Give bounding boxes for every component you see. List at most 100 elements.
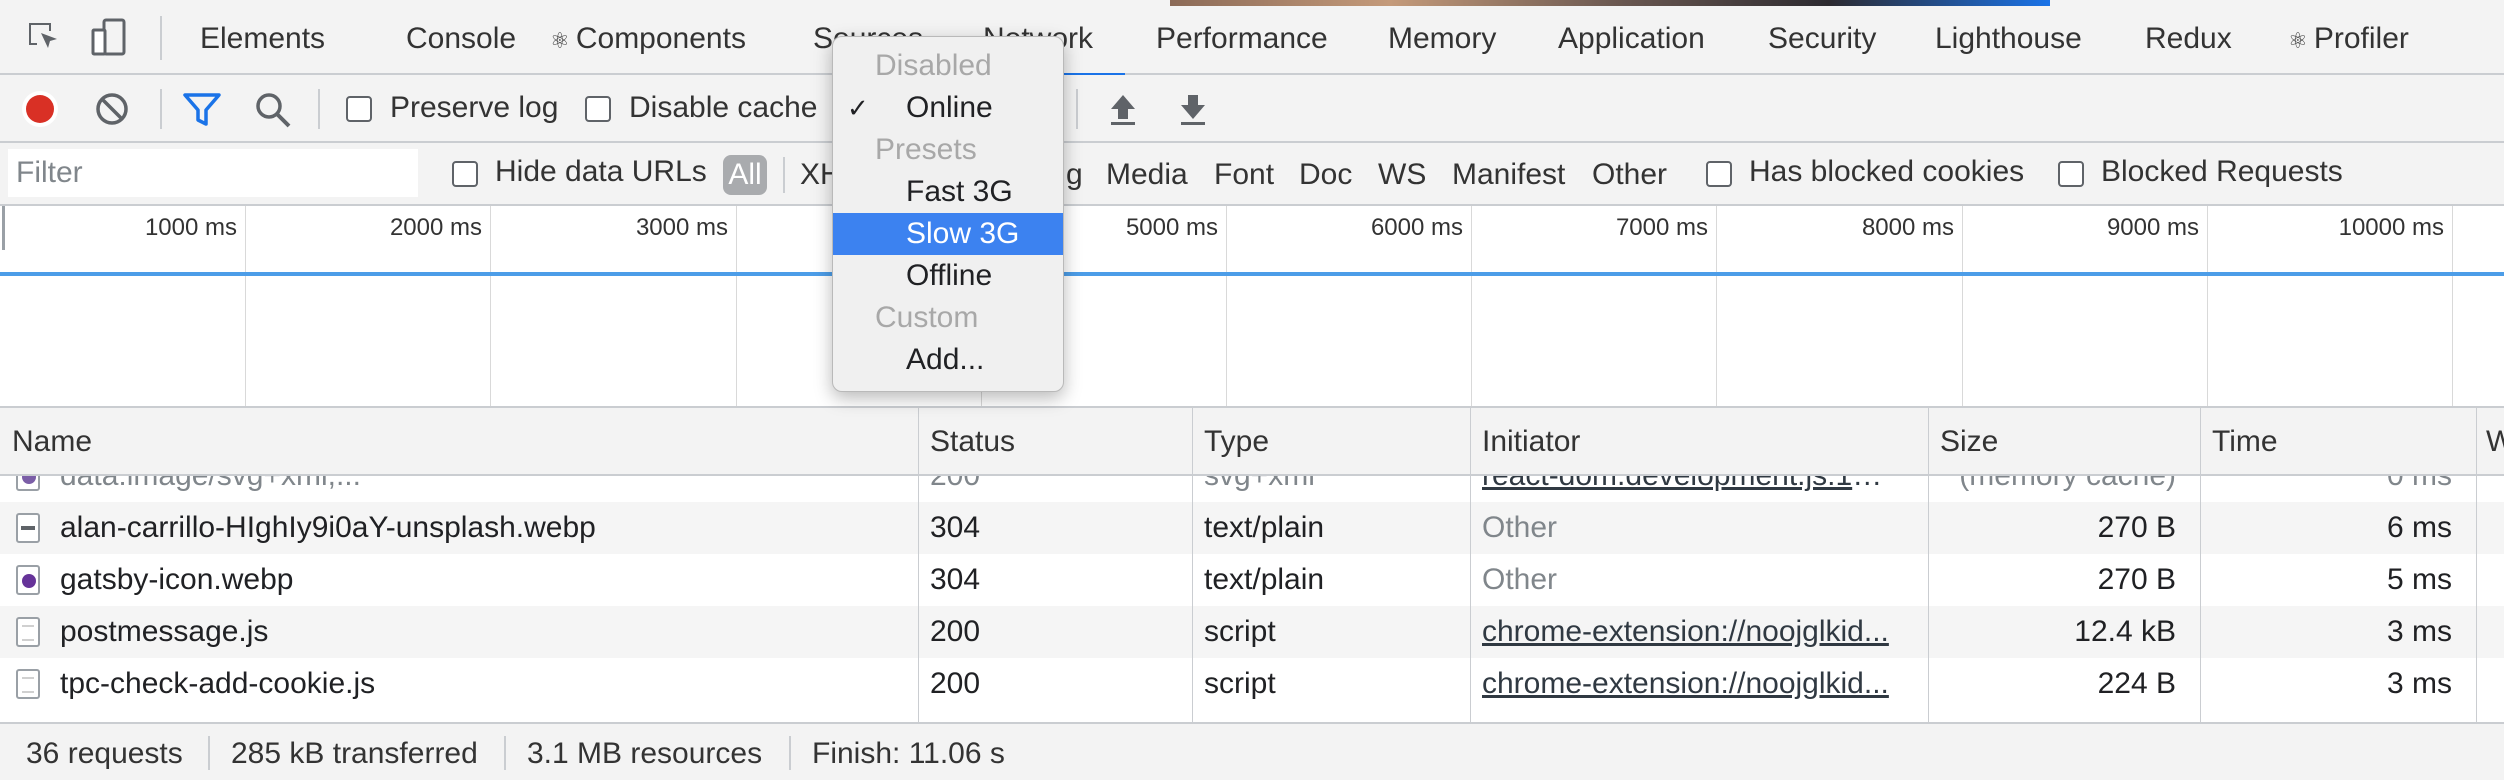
has-blocked-cookies-checkbox[interactable] xyxy=(1706,161,1732,187)
throttle-option-fast-3g[interactable]: Fast 3G xyxy=(833,171,1063,213)
cell-time: 6 ms xyxy=(2386,511,2452,544)
table-row[interactable]: tpc-check-add-cookie.js 200 script chrome-e… xyxy=(0,658,2504,710)
throttle-option-online[interactable]: ✓ Online xyxy=(833,87,1063,129)
filter-input[interactable]: Filter xyxy=(8,149,418,197)
blocked-requests-checkbox[interactable] xyxy=(2058,161,2084,187)
tab-redux[interactable]: Redux xyxy=(2145,0,2232,75)
request-count: 36 requests xyxy=(26,737,183,770)
cell-size: 270 B xyxy=(2097,563,2176,596)
table-row[interactable]: postmessage.js 200 script chrome-extension:… xyxy=(0,606,2504,658)
throttle-option-label: Add... xyxy=(906,343,985,376)
tab-security[interactable]: Security xyxy=(1768,0,1876,75)
tab-console[interactable]: Console xyxy=(406,0,516,75)
script-file-icon xyxy=(16,617,40,647)
tab-elements[interactable]: Elements xyxy=(200,0,325,75)
tab-lighthouse[interactable]: Lighthouse xyxy=(1935,0,2082,75)
divider xyxy=(783,157,785,193)
tab-label: Security xyxy=(1768,22,1877,55)
column-initiator-header[interactable]: Initiator xyxy=(1482,408,1580,476)
table-row[interactable]: alan-carrillo-HIghIy9i0aY-unsplash.webp 3… xyxy=(0,502,2504,554)
throttle-option-label: Offline xyxy=(906,259,993,292)
disable-cache-checkbox[interactable] xyxy=(585,96,611,122)
cell-name: gatsby-icon.webp xyxy=(60,563,294,596)
divider xyxy=(318,89,320,129)
record-icon[interactable] xyxy=(20,89,60,129)
column-divider[interactable] xyxy=(1470,408,1471,722)
preserve-log-checkbox[interactable] xyxy=(346,96,372,122)
filter-all-button[interactable]: All xyxy=(723,155,767,195)
cell-initiator[interactable]: react-dom.development.js:1351 xyxy=(1482,476,1894,502)
tab-label: Memory xyxy=(1388,22,1497,55)
filter-media-button[interactable]: Media xyxy=(1106,143,1188,206)
image-file-icon xyxy=(16,513,40,543)
inspect-element-icon[interactable] xyxy=(26,20,62,56)
filter-img-button[interactable]: g xyxy=(1066,143,1083,206)
clear-icon[interactable] xyxy=(94,91,130,127)
divider xyxy=(504,736,506,770)
import-har-icon[interactable] xyxy=(1106,91,1140,127)
tab-label: Elements xyxy=(200,22,326,55)
cell-status: 200 xyxy=(930,615,981,648)
tab-label: Application xyxy=(1558,22,1705,55)
cell-status: 304 xyxy=(930,563,981,596)
column-size-header[interactable]: Size xyxy=(1940,408,1998,476)
table-row[interactable]: gatsby-icon.webp 304 text/plain Other 270 B 5… xyxy=(0,554,2504,606)
cell-time: 3 ms xyxy=(2386,615,2452,648)
cell-status: 200 xyxy=(930,667,981,700)
cell-initiator[interactable]: chrome-extension://noojglkid... xyxy=(1482,658,1894,710)
column-type-header[interactable]: Type xyxy=(1204,408,1269,476)
tab-profiler[interactable]: ⚛ Profiler xyxy=(2288,0,2409,75)
timeline-tick-label: 7000 ms xyxy=(1615,214,1708,241)
hide-data-urls-label: Hide data URLs xyxy=(495,155,707,188)
disable-cache-label: Disable cache xyxy=(629,91,818,124)
filter-font-button[interactable]: Font xyxy=(1214,143,1274,206)
throttle-option-slow-3g[interactable]: Slow 3G xyxy=(833,213,1063,255)
tab-label: Profiler xyxy=(2313,22,2409,55)
filter-ws-button[interactable]: WS xyxy=(1378,143,1426,206)
tab-components[interactable]: ⚛ Components xyxy=(550,0,746,75)
timeline-tick-label: 2000 ms xyxy=(389,214,482,241)
timeline-gridline xyxy=(1226,206,1227,406)
tab-application[interactable]: Application xyxy=(1558,0,1705,75)
divider xyxy=(160,89,162,129)
throttle-option-add[interactable]: Add... xyxy=(833,339,1063,381)
divider xyxy=(1076,89,1078,129)
tab-label: Performance xyxy=(1156,22,1328,55)
throttle-option-label: Slow 3G xyxy=(906,217,1020,250)
cell-initiator[interactable]: chrome-extension://noojglkid... xyxy=(1482,606,1894,658)
gatsby-logo-icon xyxy=(22,476,36,484)
column-divider[interactable] xyxy=(2476,408,2477,722)
throttle-option-offline[interactable]: Offline xyxy=(833,255,1063,297)
cell-type: text/plain xyxy=(1204,563,1325,596)
network-overview-timeline[interactable]: 1000 ms 2000 ms 3000 ms 5000 ms 6000 ms 7000 … xyxy=(0,206,2504,408)
tab-memory[interactable]: Memory xyxy=(1388,0,1496,75)
column-waterfall-header[interactable]: W xyxy=(2486,408,2504,476)
hide-data-urls-checkbox[interactable] xyxy=(452,161,478,187)
filter-icon[interactable] xyxy=(182,91,222,129)
device-toolbar-icon[interactable] xyxy=(90,18,128,58)
filter-other-button[interactable]: Other xyxy=(1592,143,1667,206)
checkmark-icon: ✓ xyxy=(847,93,869,123)
column-status-header[interactable]: Status xyxy=(930,408,1015,476)
timeline-tick-label: 6000 ms xyxy=(1370,214,1463,241)
network-status-bar: 36 requests 285 kB transferred 3.1 MB re… xyxy=(0,722,2504,780)
cell-type: text/plain xyxy=(1204,511,1325,544)
throttle-option-label: Presets xyxy=(875,133,977,166)
filter-doc-button[interactable]: Doc xyxy=(1299,143,1352,206)
export-har-icon[interactable] xyxy=(1176,91,1210,127)
table-row[interactable]: data:image/svg+xml,... 200 svg+xml react-do… xyxy=(0,476,2504,502)
column-divider[interactable] xyxy=(2200,408,2201,722)
network-toolbar: Preserve log Disable cache xyxy=(0,75,2504,143)
throttling-dropdown-menu: Disabled ✓ Online Presets Fast 3G Slow 3G Offl… xyxy=(832,36,1064,392)
column-name-header[interactable]: Name xyxy=(12,408,92,476)
search-icon[interactable] xyxy=(254,91,292,129)
column-divider[interactable] xyxy=(1192,408,1193,722)
column-divider[interactable] xyxy=(918,408,919,722)
column-time-header[interactable]: Time xyxy=(2212,408,2278,476)
tab-label: Lighthouse xyxy=(1935,22,2082,55)
script-file-icon xyxy=(16,669,40,699)
filter-manifest-button[interactable]: Manifest xyxy=(1452,143,1565,206)
tab-performance[interactable]: Performance xyxy=(1156,0,1328,75)
column-divider[interactable] xyxy=(1928,408,1929,722)
cell-type: svg+xml xyxy=(1204,476,1450,502)
